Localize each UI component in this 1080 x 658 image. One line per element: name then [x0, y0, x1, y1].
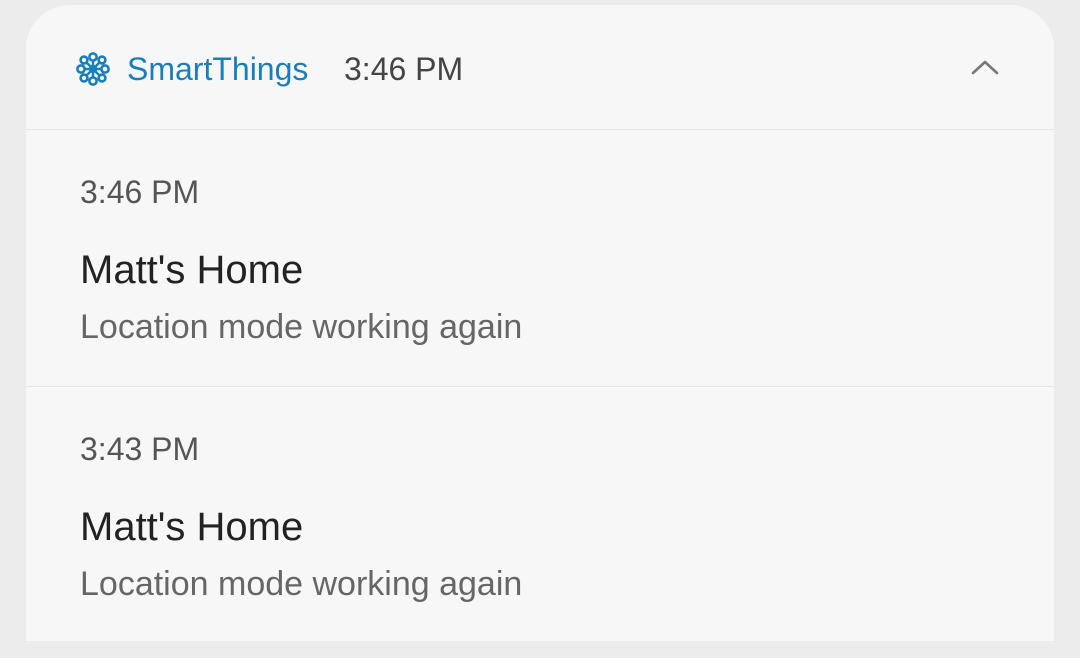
smartthings-icon — [76, 52, 110, 86]
notification-item[interactable]: 3:46 PM Matt's Home Location mode workin… — [26, 130, 1054, 386]
notification-title: Matt's Home — [80, 505, 304, 549]
notification-item[interactable]: 3:43 PM Matt's Home Location mode workin… — [26, 386, 1054, 641]
notification-body: Location mode working again — [80, 565, 523, 603]
notification-group-card[interactable]: SmartThings 3:46 PM 3:46 PM Matt's Home … — [26, 5, 1054, 641]
app-name: SmartThings — [127, 51, 309, 87]
collapse-button[interactable] — [964, 49, 1006, 89]
chevron-up-icon — [970, 58, 1000, 81]
header-timestamp: 3:46 PM — [344, 51, 464, 87]
notification-title: Matt's Home — [80, 248, 304, 292]
notification-body: Location mode working again — [80, 308, 523, 346]
notification-timestamp: 3:43 PM — [80, 431, 200, 467]
notification-timestamp: 3:46 PM — [80, 174, 200, 210]
notification-group-header[interactable]: SmartThings 3:46 PM — [26, 5, 1054, 130]
